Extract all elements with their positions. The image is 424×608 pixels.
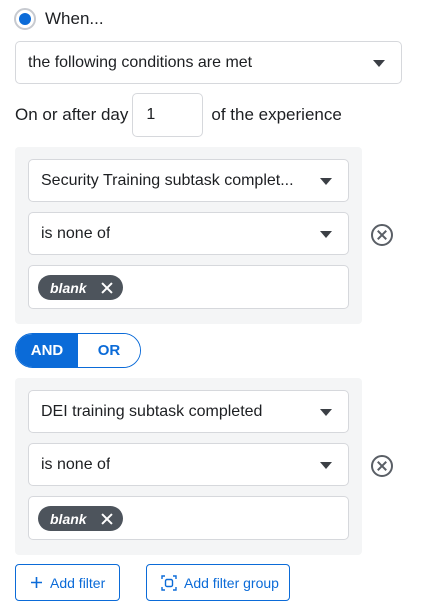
radio-selected-dot <box>19 13 31 25</box>
add-filter-label: Add filter <box>50 574 106 591</box>
chip-remove-icon[interactable] <box>101 513 113 525</box>
day-prefix-label: On or after day <box>15 105 129 124</box>
day-input-value: 1 <box>146 106 156 123</box>
field-select-value: Security Training subtask complet... <box>41 171 294 189</box>
value-chip-input[interactable]: blank <box>28 496 349 540</box>
condition-select-value: the following conditions are met <box>28 53 253 71</box>
operator-select-value: is none of <box>41 224 111 242</box>
chip-label: blank <box>50 510 87 527</box>
value-chip-input[interactable]: blank <box>28 265 349 309</box>
field-select[interactable]: DEI training subtask completed <box>28 390 349 433</box>
add-filter-group-button[interactable]: Add filter group <box>146 564 290 601</box>
remove-filter-group-2-button[interactable] <box>371 455 393 477</box>
add-filter-group-label: Add filter group <box>184 574 279 591</box>
and-button[interactable]: AND <box>16 334 78 367</box>
filter-group-icon <box>161 574 177 591</box>
remove-filter-group-1-button[interactable] <box>371 224 393 246</box>
day-input[interactable]: 1 <box>132 93 204 137</box>
operator-select[interactable]: is none of <box>28 212 349 255</box>
plus-icon <box>30 576 43 589</box>
value-chip: blank <box>38 506 123 531</box>
or-button[interactable]: OR <box>78 334 140 367</box>
logic-toggle[interactable]: AND OR <box>15 333 141 368</box>
day-suffix-label: of the experience <box>211 105 342 124</box>
operator-select-value: is none of <box>41 455 111 473</box>
operator-select[interactable]: is none of <box>28 443 349 486</box>
day-row: On or after day 1 of the experience <box>15 93 342 137</box>
chip-label: blank <box>50 279 87 296</box>
chevron-down-icon <box>320 177 332 185</box>
condition-select[interactable]: the following conditions are met <box>15 41 402 84</box>
value-chip: blank <box>38 275 123 300</box>
chevron-down-icon <box>320 461 332 469</box>
when-radio-row[interactable]: When... <box>14 8 104 30</box>
field-select-value: DEI training subtask completed <box>41 402 263 420</box>
filter-group-2: DEI training subtask completed is none o… <box>15 378 362 555</box>
when-radio[interactable] <box>14 8 36 30</box>
add-filter-button[interactable]: Add filter <box>15 564 120 601</box>
chevron-down-icon <box>320 230 332 238</box>
chip-remove-icon[interactable] <box>101 282 113 294</box>
filter-group-1: Security Training subtask complet... is … <box>15 147 362 324</box>
field-select[interactable]: Security Training subtask complet... <box>28 159 349 202</box>
chevron-down-icon <box>373 59 385 67</box>
when-label: When... <box>45 9 104 28</box>
chevron-down-icon <box>320 408 332 416</box>
